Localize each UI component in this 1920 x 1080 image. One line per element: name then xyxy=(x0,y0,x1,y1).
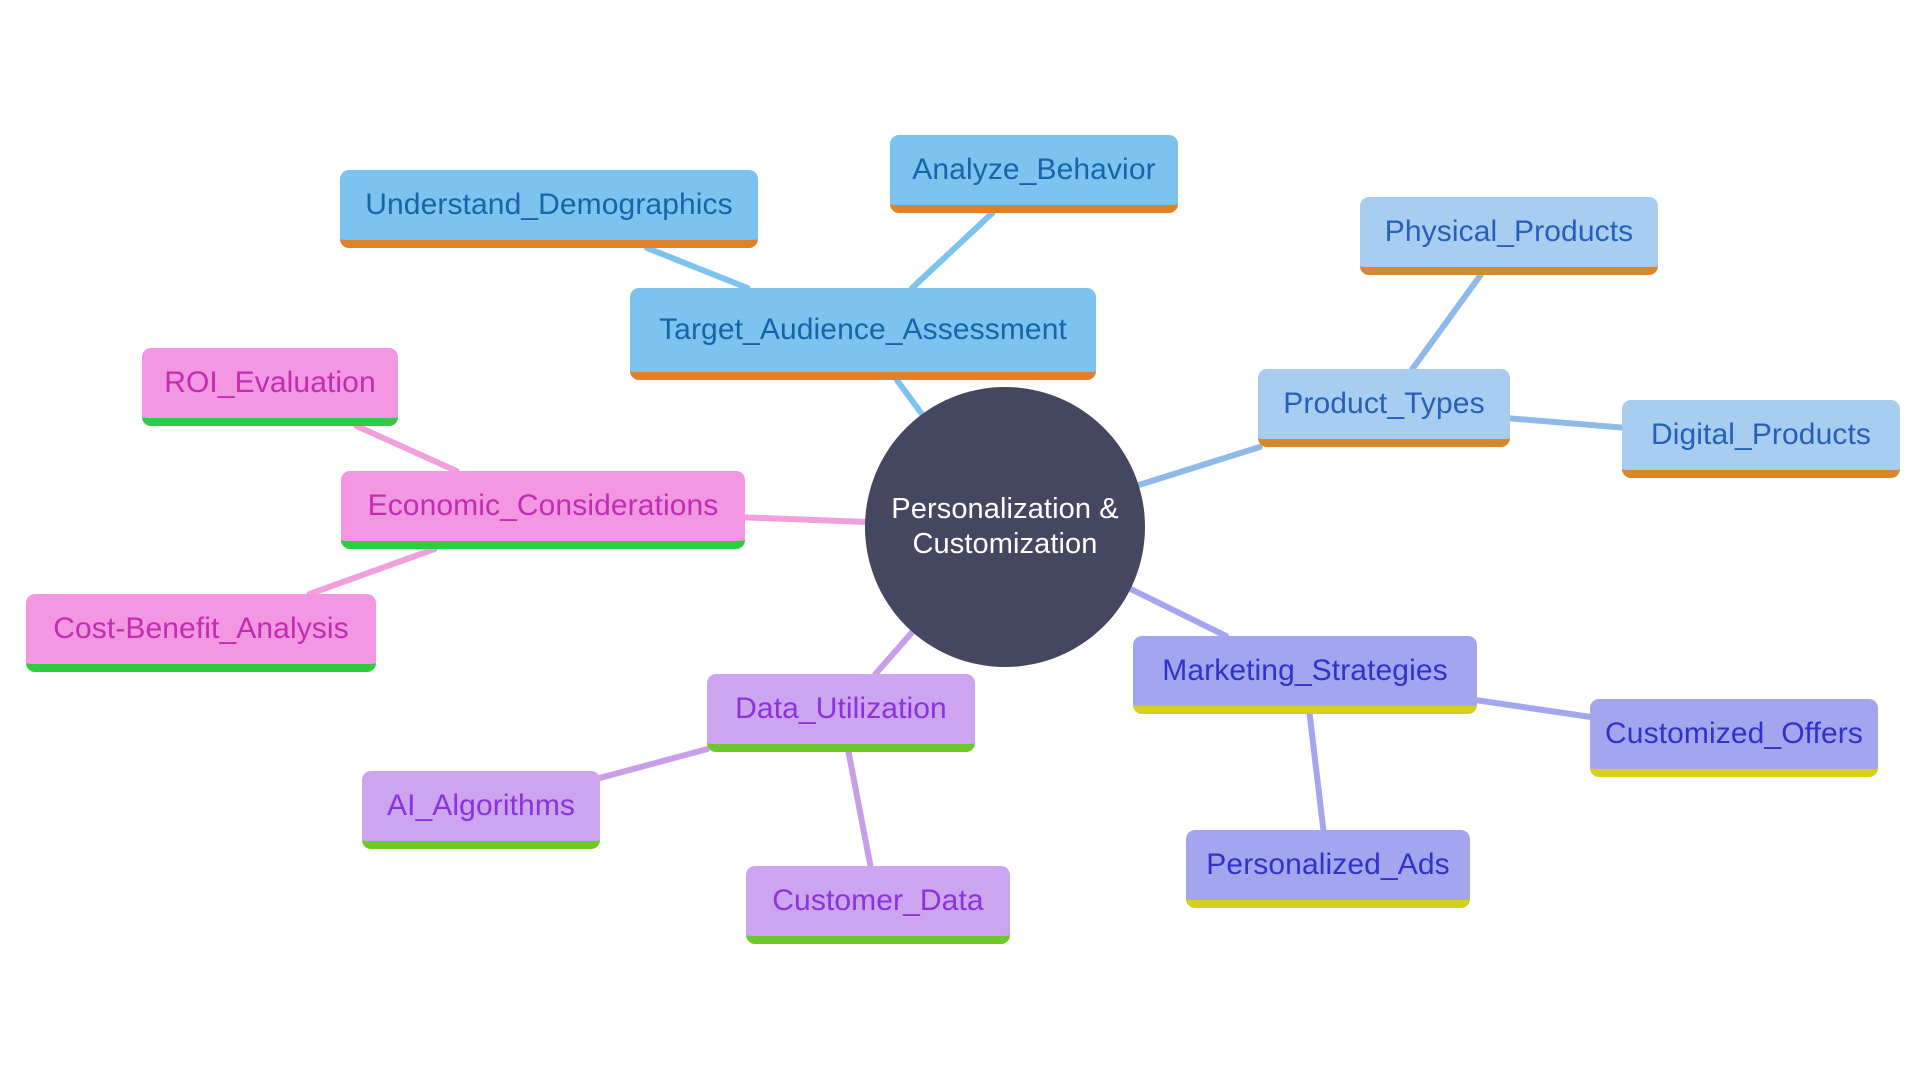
node-label-data_util: Data_Utilization xyxy=(735,692,947,725)
node-cost_benefit[interactable]: Cost-Benefit_Analysis xyxy=(26,594,376,672)
node-custom_offers[interactable]: Customized_Offers xyxy=(1590,699,1878,777)
node-ai_algos[interactable]: AI_Algorithms xyxy=(362,771,600,849)
edge-root-to-data_util xyxy=(872,629,916,677)
node-label-customer_data: Customer_Data xyxy=(772,884,984,917)
node-data_util[interactable]: Data_Utilization xyxy=(707,674,975,752)
edge-marketing-to-personalized_ads xyxy=(1306,711,1327,833)
edge-target_audience-to-analyze_behavior xyxy=(909,210,996,291)
node-personalized_ads[interactable]: Personalized_Ads xyxy=(1186,830,1470,908)
node-digital_prod[interactable]: Digital_Products xyxy=(1622,400,1900,478)
edge-marketing-to-custom_offers xyxy=(1474,697,1593,720)
node-physical_prod[interactable]: Physical_Products xyxy=(1360,197,1658,275)
node-label-target_audience: Target_Audience_Assessment xyxy=(659,313,1067,346)
node-label-ai_algos: AI_Algorithms xyxy=(386,789,576,822)
edge-root-to-product_types xyxy=(1135,444,1263,489)
node-label-economic: Economic_Considerations xyxy=(367,489,719,522)
node-customer_data[interactable]: Customer_Data xyxy=(746,866,1010,944)
node-marketing[interactable]: Marketing_Strategies xyxy=(1133,636,1477,714)
edge-product_types-to-physical_prod xyxy=(1409,272,1484,372)
node-label-physical_prod: Physical_Products xyxy=(1384,215,1634,248)
node-understand_demo[interactable]: Understand_Demographics xyxy=(340,170,758,248)
edge-target_audience-to-understand_demo xyxy=(643,245,751,291)
node-label-understand_demo: Understand_Demographics xyxy=(365,188,733,221)
edge-data_util-to-customer_data xyxy=(845,749,874,869)
mind-map-canvas: Personalization & Customization Target_Au… xyxy=(0,0,1920,1080)
edge-economic-to-roi_eval xyxy=(353,423,460,474)
node-label-digital_prod: Digital_Products xyxy=(1650,418,1872,451)
node-target_audience[interactable]: Target_Audience_Assessment xyxy=(630,288,1096,380)
node-label-roi_eval: ROI_Evaluation xyxy=(164,366,376,399)
root-node-label: Personalization & Customization xyxy=(891,492,1119,560)
node-analyze_behavior[interactable]: Analyze_Behavior xyxy=(890,135,1178,213)
edge-data_util-to-ai_algos xyxy=(597,746,710,781)
node-label-marketing: Marketing_Strategies xyxy=(1162,654,1448,687)
node-label-personalized_ads: Personalized_Ads xyxy=(1206,848,1450,881)
node-label-cost_benefit: Cost-Benefit_Analysis xyxy=(53,612,349,645)
edge-root-to-economic xyxy=(742,514,869,525)
root-node[interactable]: Personalization & Customization xyxy=(865,387,1145,667)
edge-root-to-marketing xyxy=(1127,585,1229,639)
node-label-product_types: Product_Types xyxy=(1283,387,1485,420)
edge-economic-to-cost_benefit xyxy=(306,546,438,597)
node-product_types[interactable]: Product_Types xyxy=(1258,369,1510,447)
node-label-analyze_behavior: Analyze_Behavior xyxy=(912,153,1156,186)
edge-product_types-to-digital_prod xyxy=(1507,415,1625,431)
node-roi_eval[interactable]: ROI_Evaluation xyxy=(142,348,398,426)
edge-root-to-target_audience xyxy=(893,377,926,418)
node-label-custom_offers: Customized_Offers xyxy=(1605,717,1863,750)
node-economic[interactable]: Economic_Considerations xyxy=(341,471,745,549)
